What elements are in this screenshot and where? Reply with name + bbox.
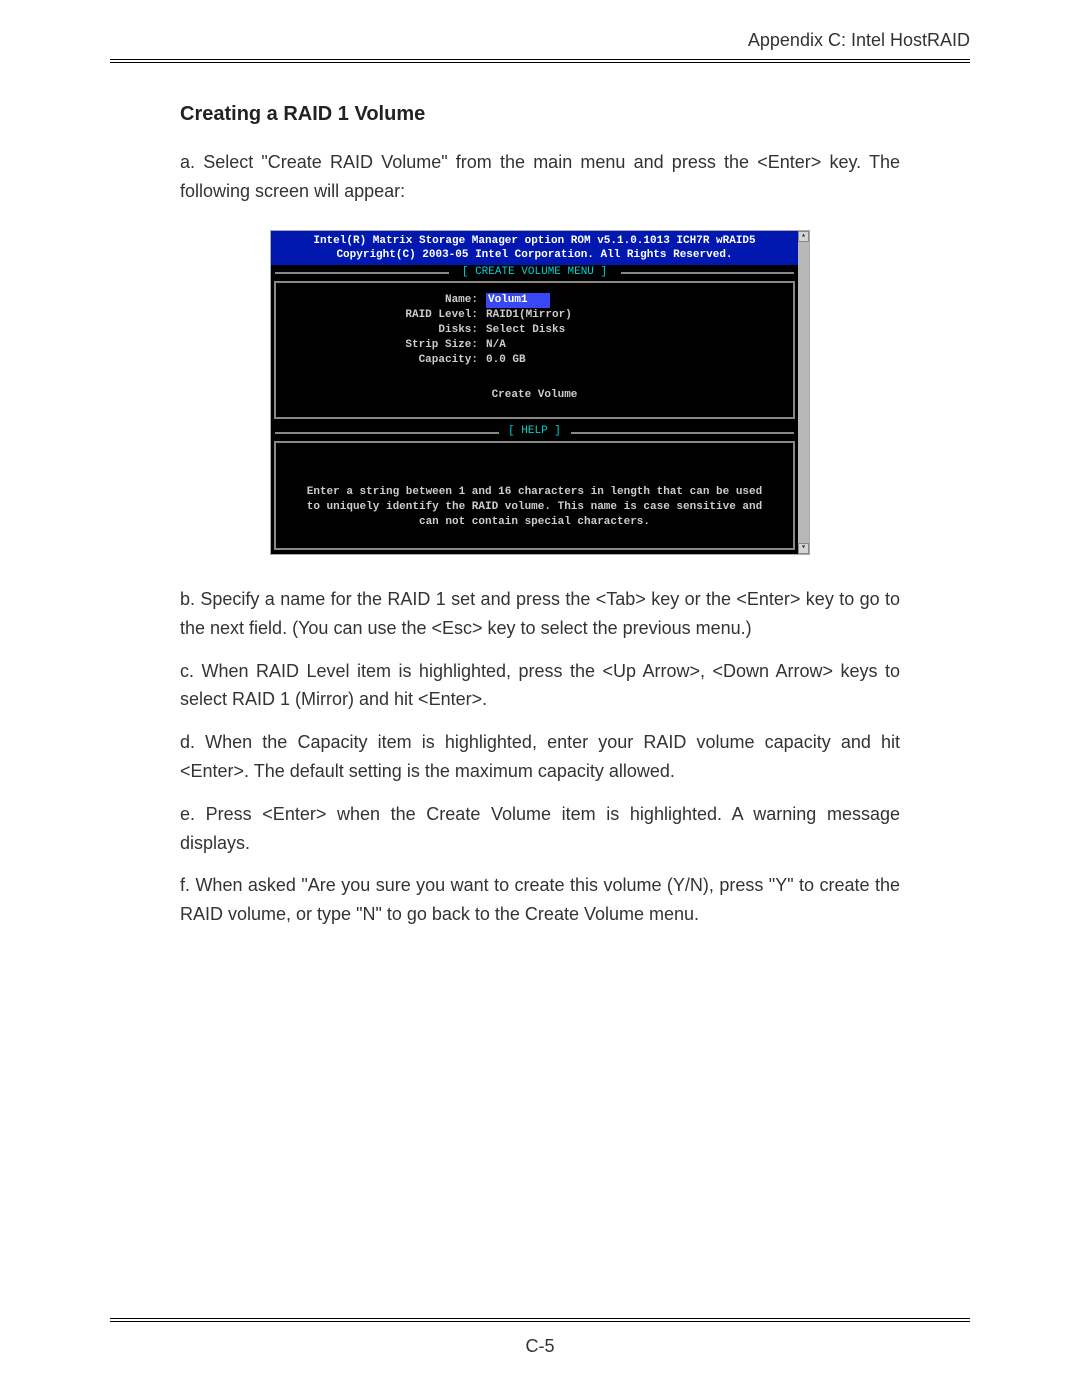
paragraph-e: e. Press <Enter> when the Create Volume … (180, 800, 900, 858)
bios-title: Intel(R) Matrix Storage Manager option R… (271, 231, 798, 266)
page-number: C-5 (0, 1336, 1080, 1357)
scroll-down-icon: ▾ (798, 543, 809, 554)
bios-help-text-2: to uniquely identify the RAID volume. Th… (288, 500, 781, 515)
bios-screenshot: ▴ ▾ Intel(R) Matrix Storage Manager opti… (180, 230, 900, 555)
bios-help-panel: Enter a string between 1 and 16 characte… (274, 441, 795, 550)
field-name-value[interactable]: Volum1 (486, 293, 550, 308)
footer-rule (110, 1318, 970, 1322)
paragraph-a: a. Select "Create RAID Volume" from the … (180, 148, 900, 206)
bios-menu-label: [ CREATE VOLUME MENU ] (271, 265, 798, 279)
field-disks-label: Disks: (286, 323, 486, 338)
field-raidlevel-value[interactable]: RAID1(Mirror) (486, 308, 572, 323)
bios-help-label: [ HELP ] (271, 425, 798, 439)
paragraph-d: d. When the Capacity item is highlighted… (180, 728, 900, 786)
header-rule (110, 59, 970, 63)
field-capacity-label: Capacity: (286, 353, 486, 368)
bios-title-line2: Copyright(C) 2003-05 Intel Corporation. … (281, 248, 788, 262)
field-disks-value[interactable]: Select Disks (486, 323, 565, 338)
create-volume-button[interactable]: Create Volume (286, 389, 783, 401)
bios-help-text-1: Enter a string between 1 and 16 characte… (288, 485, 781, 500)
bios-title-line1: Intel(R) Matrix Storage Manager option R… (281, 234, 788, 248)
bios-create-panel: Name: Volum1 RAID Level: RAID1(Mirror) D… (274, 281, 795, 419)
field-stripsize-value[interactable]: N/A (486, 338, 506, 353)
paragraph-c: c. When RAID Level item is highlighted, … (180, 657, 900, 715)
section-title: Creating a RAID 1 Volume (180, 103, 900, 126)
scrollbar: ▴ ▾ (798, 231, 809, 554)
paragraph-b: b. Specify a name for the RAID 1 set and… (180, 585, 900, 643)
field-raidlevel-label: RAID Level: (286, 308, 486, 323)
running-head: Appendix C: Intel HostRAID (110, 30, 970, 59)
field-stripsize-label: Strip Size: (286, 338, 486, 353)
field-name-label: Name: (286, 293, 486, 308)
scroll-up-icon: ▴ (798, 231, 809, 242)
bios-help-text-3: can not contain special characters. (288, 515, 781, 530)
paragraph-f: f. When asked "Are you sure you want to … (180, 871, 900, 929)
field-capacity-value[interactable]: 0.0 GB (486, 353, 526, 368)
